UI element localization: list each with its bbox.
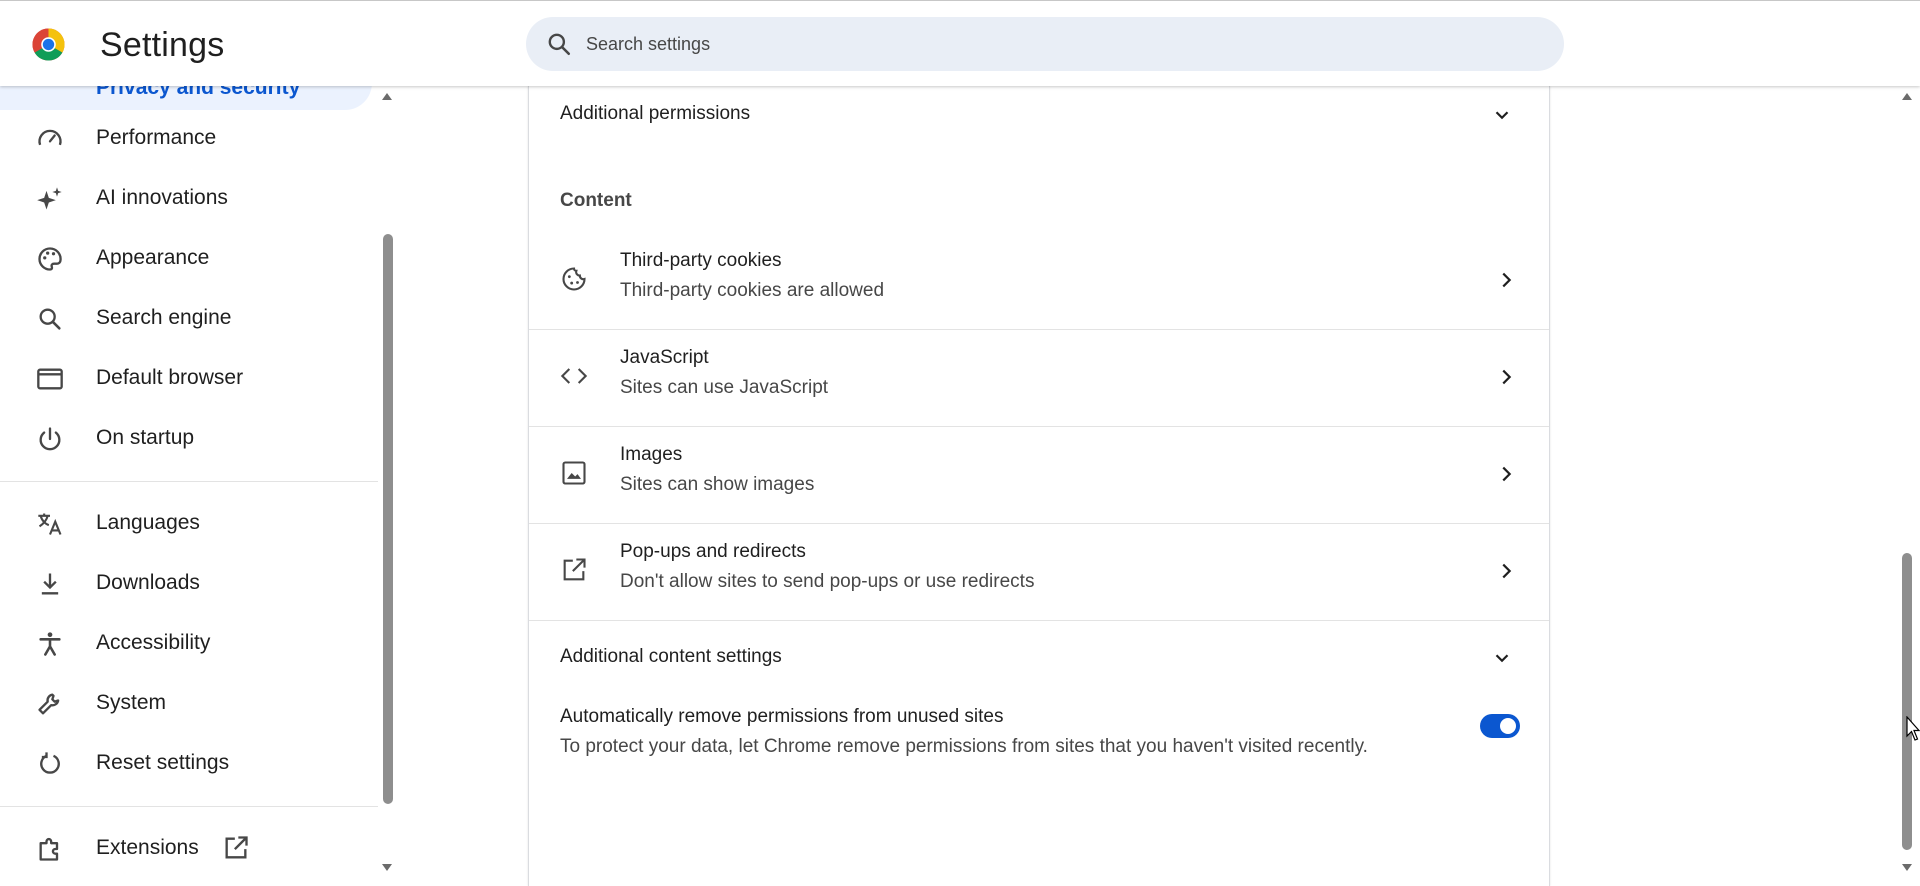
chevron-right-icon [1502,272,1512,288]
javascript-row[interactable]: JavaScript Sites can use JavaScript [529,329,1549,426]
power-icon [39,427,61,451]
wrench-icon [38,693,60,715]
sidebar-item-label: Accessibility [96,631,211,654]
row-subtitle: Sites can show images [620,474,815,495]
sidebar-item-label: Downloads [96,571,200,594]
puzzle-icon [39,837,59,861]
sidebar-divider [0,806,378,807]
additional-permissions-label: Additional permissions [560,103,751,124]
accessibility-icon [39,632,61,656]
scroll-up-arrow-icon[interactable] [380,90,394,102]
sidebar-item-search-engine[interactable]: Search engine [0,291,372,345]
additional-content-settings-row[interactable]: Additional content settings [529,629,1549,689]
row-title: Third-party cookies [620,250,782,271]
scroll-down-arrow-icon[interactable] [1900,862,1914,874]
third-party-cookies-row[interactable]: Third-party cookies Third-party cookies … [529,232,1549,329]
sidebar-item-label: Extensions [96,836,199,859]
additional-permissions-row[interactable]: Additional permissions [529,86,1549,146]
chevron-down-icon [1495,111,1509,120]
auto-remove-subtitle: To protect your data, let Chrome remove … [560,736,1368,757]
sidebar-item-label: System [96,691,167,714]
page-scrollbar-thumb[interactable] [1902,553,1912,850]
sidebar-item-label: On startup [96,426,195,449]
auto-remove-permissions-row: Automatically remove permissions from un… [529,706,1549,786]
row-divider [529,620,1549,621]
sidebar-divider [0,481,378,482]
settings-card: Additional permissions Content Third-par… [528,86,1550,886]
search-icon [548,33,571,56]
sidebar-item-on-startup[interactable]: On startup [0,411,372,465]
open-in-new-icon[interactable] [222,834,250,862]
sidebar-item-label: Appearance [96,246,210,269]
sidebar-item-label: Search engine [96,306,232,329]
row-subtitle: Don't allow sites to send pop-ups or use… [620,571,1035,592]
sidebar-item-label: AI innovations [96,186,228,209]
sidebar-item-extensions[interactable]: Extensions [0,821,372,875]
content-section-title: Content [560,190,632,211]
row-subtitle: Third-party cookies are allowed [620,280,885,301]
scroll-up-arrow-icon[interactable] [1900,90,1914,102]
auto-remove-toggle[interactable] [1480,714,1520,738]
chevron-right-icon [1502,563,1512,579]
image-icon [562,461,586,485]
speedometer-icon [38,129,62,146]
palette-icon [38,247,62,271]
row-title: Pop-ups and redirects [620,541,806,562]
sidebar-item-ai-innovations[interactable]: AI innovations [0,171,372,225]
sidebar-item-downloads[interactable]: Downloads [0,556,372,610]
sidebar-item-default-browser[interactable]: Default browser [0,351,372,405]
toggle-knob [1500,718,1516,734]
header: Settings [0,0,1920,86]
open-in-new-icon [563,558,586,581]
sidebar-item-reset-settings[interactable]: Reset settings [0,736,372,790]
translate-icon [38,513,62,535]
reset-icon [40,752,60,774]
browser-window-icon [37,368,63,390]
additional-content-settings-label: Additional content settings [560,646,782,667]
sidebar-item-appearance[interactable]: Appearance [0,231,372,285]
page-title: Settings [100,26,225,64]
chevron-down-icon [1495,654,1509,663]
sidebar-item-label: Performance [96,126,217,149]
code-icon [560,368,588,384]
sidebar-item-label: Reset settings [96,751,230,774]
images-row[interactable]: Images Sites can show images [529,426,1549,523]
row-title: JavaScript [620,347,709,368]
row-subtitle: Sites can use JavaScript [620,377,829,398]
sidebar-item-label: Languages [96,511,200,534]
sidebar-item-accessibility[interactable]: Accessibility [0,616,372,670]
row-title: Images [620,444,683,465]
scroll-down-arrow-icon[interactable] [380,862,394,874]
sidebar-item-performance[interactable]: Performance [0,111,372,165]
sidebar-item-languages[interactable]: Languages [0,496,372,550]
cookie-icon [562,267,586,291]
sparkle-icon [37,187,62,210]
sidebar-item-system[interactable]: System [0,676,372,730]
sidebar-item-label: Default browser [96,366,244,389]
search-box[interactable] [526,17,1564,71]
popups-redirects-row[interactable]: Pop-ups and redirects Don't allow sites … [529,523,1549,620]
sidebar: Privacy and security Performance AI inno… [0,86,378,878]
chrome-logo-icon [32,28,65,61]
mouse-cursor-icon [1906,716,1920,741]
search-icon [39,308,61,330]
sidebar-scrollbar-thumb[interactable] [383,234,393,804]
chevron-right-icon [1502,466,1512,482]
search-input[interactable] [576,17,1536,71]
chevron-right-icon [1502,369,1512,385]
auto-remove-title: Automatically remove permissions from un… [560,706,1004,727]
download-icon [41,573,59,595]
sidebar-item-label: Privacy and security [96,86,301,99]
